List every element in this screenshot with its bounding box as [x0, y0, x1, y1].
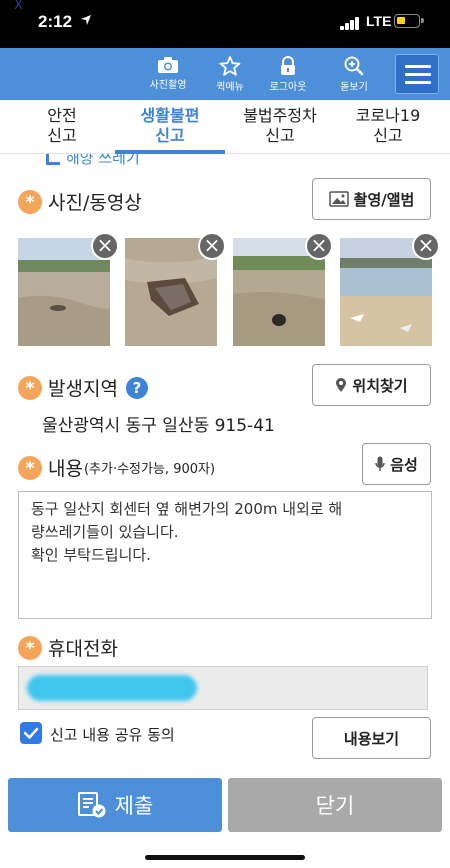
submit-form-icon	[77, 792, 106, 818]
tab-illegal-parking[interactable]: 불법주정차 신고	[228, 106, 332, 152]
delete-photo-button[interactable]: ×	[198, 232, 226, 260]
report-form: 해양 쓰레기 * 사진/동영상 촬영/앨범 × × × × * 발생지역 ? 위…	[0, 154, 450, 774]
magnifier-plus-icon	[344, 56, 364, 76]
home-indicator	[145, 855, 305, 860]
camera-icon	[158, 57, 178, 73]
delete-photo-button[interactable]: ×	[305, 232, 333, 260]
phone-field[interactable]	[18, 666, 428, 710]
content-limit-note: (추가·수정가능, 900자)	[83, 462, 216, 477]
phone-label: * 휴대전화	[18, 634, 118, 661]
network-label: LTE	[366, 13, 392, 29]
delete-photo-button[interactable]: ×	[91, 232, 119, 260]
content-textarea[interactable]: 동구 일산지 회센터 옆 해변가의 200m 내외로 해 량쓰레기들이 있습니다…	[18, 491, 432, 619]
hamburger-menu-button[interactable]	[395, 54, 439, 94]
required-icon: *	[18, 189, 42, 214]
star-icon	[219, 56, 241, 76]
hamburger-icon	[405, 65, 431, 68]
category-marker-icon	[46, 154, 60, 165]
help-icon[interactable]: ?	[125, 376, 148, 399]
close-button[interactable]: 닫기	[228, 778, 442, 832]
logout-label: 로그아웃	[269, 82, 307, 93]
address-text: 울산광역시 동구 일산동 915-41	[42, 416, 275, 436]
microphone-icon	[375, 456, 385, 471]
location-pin-icon	[336, 378, 347, 392]
status-bar: X 2:12 LTE	[0, 0, 450, 48]
signal-icon	[340, 16, 364, 30]
report-tabs: 안전 신고 생활불편 신고 불법주정차 신고 코로나19 신고	[0, 100, 450, 154]
checkmark-icon	[23, 727, 39, 739]
required-icon: *	[18, 635, 42, 660]
lock-icon	[281, 56, 295, 75]
share-consent-checkbox[interactable]	[20, 722, 42, 744]
selected-category: 해양 쓰레기	[66, 154, 140, 167]
battery-icon	[394, 14, 424, 28]
magnifier-label: 돋보기	[340, 82, 368, 93]
required-icon: *	[18, 375, 42, 400]
content-label: * 내용 (추가·수정가능, 900자)	[18, 454, 215, 481]
camera-button-label: 사진촬영	[149, 80, 187, 91]
bottom-action-bar: 제출 닫기	[0, 774, 450, 868]
tab-safety[interactable]: 안전 신고	[12, 106, 112, 152]
find-location-button[interactable]: 위치찾기	[312, 364, 431, 406]
camera-button[interactable]: 사진촬영	[143, 52, 193, 96]
app-header: 사진촬영 퀵메뉴 로그아웃 돋보기	[0, 48, 450, 100]
voice-input-button[interactable]: 음성	[362, 443, 431, 485]
delete-photo-button[interactable]: ×	[412, 232, 440, 260]
quick-menu-label: 퀵메뉴	[216, 82, 244, 93]
corner-mark: X	[14, 0, 23, 13]
redacted-phone-value	[27, 675, 197, 701]
location-arrow-icon	[80, 14, 92, 30]
tab-living-inconvenience[interactable]: 생활불편 신고	[115, 106, 225, 152]
submit-button[interactable]: 제출	[8, 778, 222, 832]
view-content-button[interactable]: 내용보기	[312, 717, 431, 759]
logout-button[interactable]: 로그아웃	[263, 52, 313, 96]
tab-covid19[interactable]: 코로나19 신고	[336, 106, 440, 152]
capture-album-button[interactable]: 촬영/앨범	[312, 178, 431, 220]
photos-label: * 사진/동영상	[18, 188, 142, 215]
image-icon	[328, 191, 349, 207]
share-consent-label[interactable]: 신고 내용 공유 동의	[50, 724, 175, 745]
location-label: * 발생지역 ?	[18, 374, 148, 401]
status-time: 2:12	[38, 12, 73, 31]
required-icon: *	[18, 455, 42, 480]
quick-menu-button[interactable]: 퀵메뉴	[205, 52, 255, 96]
magnifier-button[interactable]: 돋보기	[329, 52, 379, 96]
